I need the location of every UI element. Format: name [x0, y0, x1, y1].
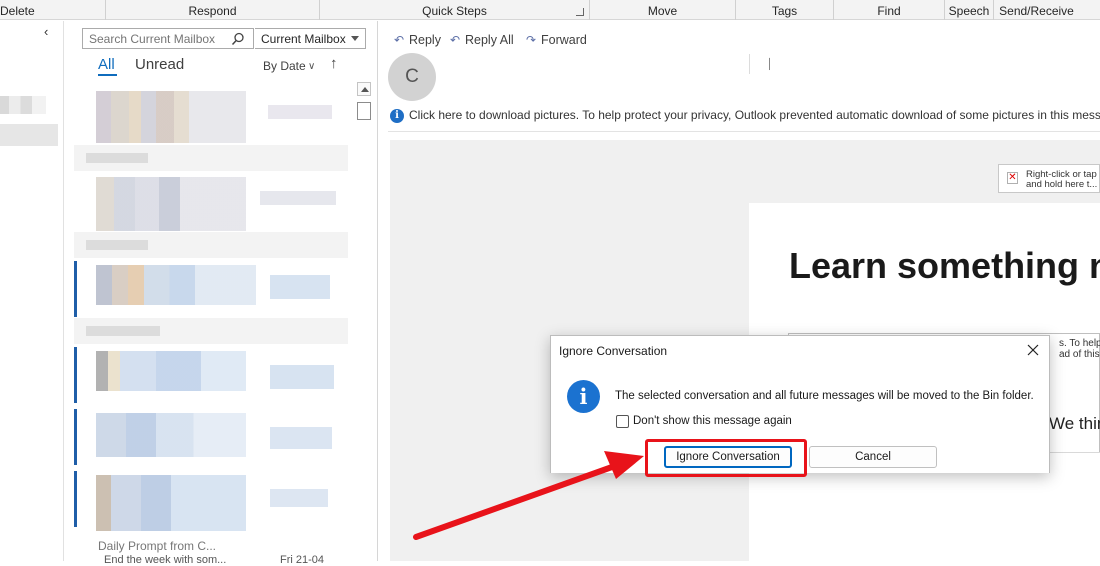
header-divider: [749, 54, 750, 74]
close-icon[interactable]: [1025, 342, 1041, 358]
list-item-date: Fri 21-04: [280, 554, 325, 566]
dialog-title: Ignore Conversation: [559, 344, 668, 358]
email-body-text: We think: [1049, 414, 1100, 433]
list-item[interactable]: [96, 351, 246, 391]
unread-indicator-bar: [74, 471, 77, 527]
email-headline: Learn something n: [789, 245, 1100, 286]
download-pictures-text[interactable]: Click here to download pictures. To help…: [409, 108, 1100, 122]
list-group-header: [74, 318, 348, 344]
dont-show-again-label[interactable]: Don't show this message again: [633, 415, 792, 427]
message-list-scrollbar[interactable]: [355, 82, 371, 561]
reply-all-button[interactable]: ↶ Reply All: [450, 33, 514, 47]
scroll-up-arrow-icon[interactable]: [357, 82, 371, 96]
folder-pane: ‹: [0, 21, 64, 561]
message-list: Current Mailbox All Unread By Date ∨ ↑ D…: [72, 21, 378, 566]
list-item-preview: End the week with som...: [104, 554, 227, 566]
list-item-date: [270, 275, 330, 299]
annotation-highlight-box: [645, 439, 807, 477]
reply-icon: ↶: [394, 33, 405, 47]
email-image-box-text-line1: s. To help p: [1059, 338, 1100, 349]
list-group-label: [86, 240, 148, 250]
ribbon-group-send-receive: Send/Receive: [999, 4, 1074, 18]
cancel-button[interactable]: Cancel: [809, 446, 937, 468]
search-box[interactable]: [82, 28, 254, 49]
reply-label: Reply: [409, 33, 441, 47]
chevron-down-icon: [351, 36, 359, 41]
info-icon: i: [390, 109, 404, 123]
forward-button[interactable]: ↷ Forward: [526, 33, 587, 47]
ribbon-group-find: Find: [834, 0, 945, 20]
broken-image-icon: ✕: [1007, 172, 1018, 184]
blocked-image-text-line2: and hold here t...: [1026, 179, 1098, 190]
list-group-header: [74, 232, 348, 258]
list-group-label: [86, 153, 148, 163]
ribbon-group-tags: Tags: [736, 0, 834, 20]
list-item-date: [270, 365, 334, 389]
reply-all-label: Reply All: [465, 33, 514, 47]
search-scope-label: Current Mailbox: [261, 32, 346, 46]
reading-pane: ↶ Reply ↶ Reply All ↷ Forward C │ i Click h…: [378, 21, 1100, 561]
unread-indicator-bar: [74, 347, 77, 403]
search-input[interactable]: [89, 32, 229, 46]
download-pictures-infobar[interactable]: i Click here to download pictures. To he…: [388, 107, 1100, 129]
dialog-message: The selected conversation and all future…: [615, 390, 1034, 402]
folder-item-selected[interactable]: [0, 124, 58, 146]
sort-by-dropdown[interactable]: By Date: [263, 59, 306, 73]
ribbon-group-labels: Delete Respond Quick Steps Move Tags Fin…: [0, 0, 1100, 20]
sort-chevron-down-icon[interactable]: ∨: [308, 61, 315, 72]
ribbon-group-speech: Speech: [945, 0, 994, 20]
list-item[interactable]: [96, 91, 246, 143]
collapse-pane-chevron-icon[interactable]: ‹: [44, 24, 48, 39]
forward-icon: ↷: [526, 33, 537, 47]
sender-avatar[interactable]: C: [388, 53, 436, 101]
list-item-date: [260, 191, 336, 205]
list-group-label: [86, 326, 160, 336]
list-item[interactable]: [96, 265, 256, 305]
search-icon[interactable]: [231, 32, 245, 46]
list-item[interactable]: [96, 413, 246, 457]
blocked-image-placeholder[interactable]: ✕ Right-click or tap and hold here t...: [998, 164, 1100, 193]
info-icon: i: [567, 380, 600, 413]
blocked-image-text: Right-click or tap and hold here t...: [1026, 170, 1097, 190]
folder-item-blurred[interactable]: [0, 96, 46, 114]
search-scope-dropdown[interactable]: Current Mailbox: [255, 28, 366, 49]
forward-label: Forward: [541, 33, 587, 47]
unread-indicator-bar: [74, 409, 77, 465]
ribbon-group-delete: Delete: [0, 0, 106, 20]
list-item-date: [270, 427, 332, 449]
list-item-date: [270, 489, 328, 507]
email-image-box-text: s. To help p ad of this: [1059, 338, 1100, 360]
list-item-date: [268, 105, 332, 119]
scroll-thumb[interactable]: [357, 102, 371, 120]
header-mark: │: [767, 59, 774, 70]
list-group-header: [74, 145, 348, 171]
infobar-divider: [388, 131, 1100, 132]
dialog-titlebar: Ignore Conversation: [551, 336, 1049, 367]
list-item[interactable]: [96, 177, 246, 231]
tab-all-underline: [98, 74, 117, 76]
dont-show-again-checkbox[interactable]: [616, 415, 629, 428]
tab-all[interactable]: All: [98, 56, 115, 73]
list-item-subject[interactable]: Daily Prompt from C...: [98, 539, 216, 553]
reply-all-icon: ↶: [450, 33, 461, 47]
list-item[interactable]: [96, 475, 246, 531]
sort-direction-arrow-icon[interactable]: ↑: [330, 55, 338, 72]
ribbon-group-quick-steps: Quick Steps: [320, 0, 590, 20]
reply-button[interactable]: ↶ Reply: [394, 33, 441, 47]
quick-steps-launcher-icon[interactable]: [576, 8, 584, 16]
tab-unread[interactable]: Unread: [135, 56, 184, 73]
ribbon-group-respond: Respond: [106, 0, 320, 20]
email-image-box-text-line2: ad of this: [1059, 349, 1100, 360]
unread-indicator-bar: [74, 261, 77, 317]
ribbon-group-move: Move: [590, 0, 736, 20]
